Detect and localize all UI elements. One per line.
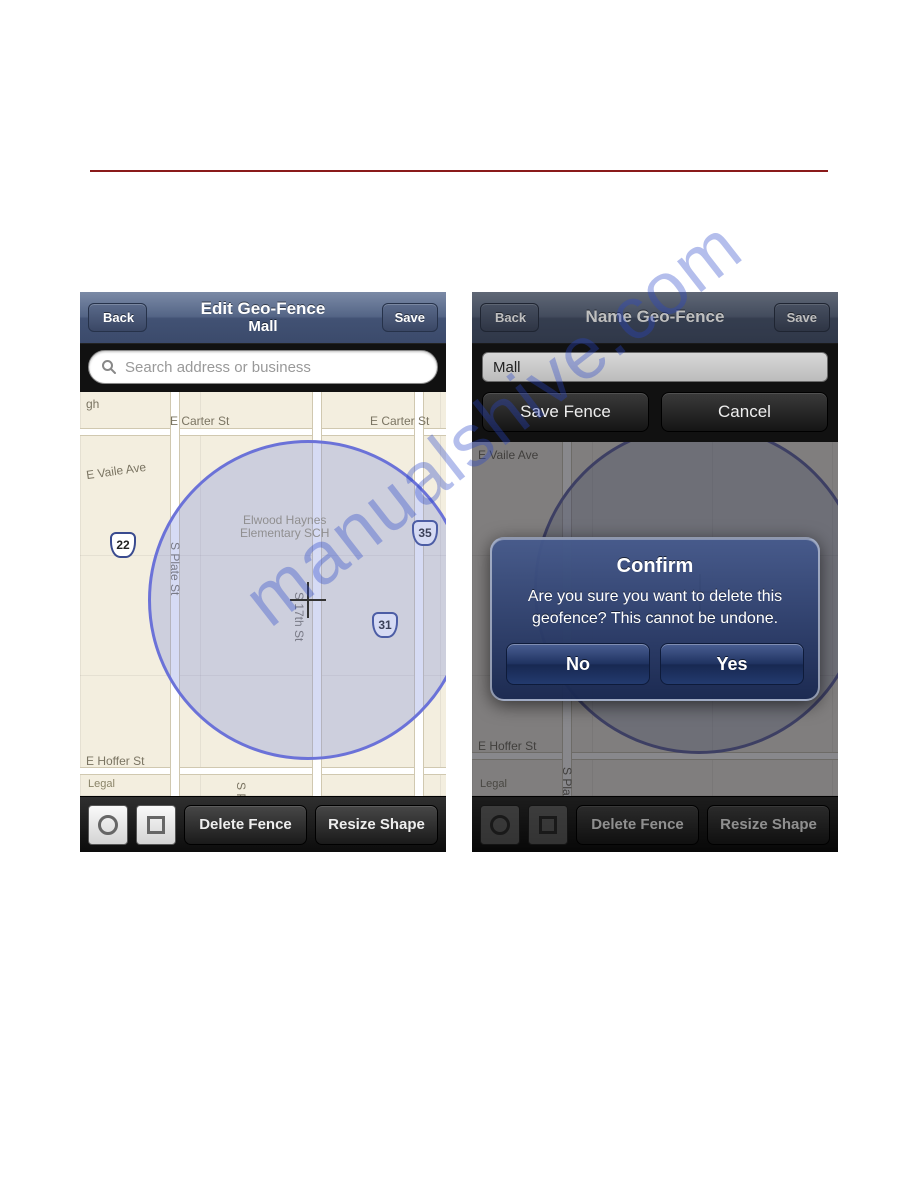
shape-square-button[interactable] — [136, 805, 176, 845]
save-button[interactable]: Save — [774, 303, 830, 332]
square-icon — [147, 816, 165, 834]
square-icon — [539, 816, 557, 834]
confirm-dialog: Confirm Are you sure you want to delete … — [490, 537, 820, 701]
navbar: Back Name Geo-Fence Save — [472, 292, 838, 344]
map-label-s-plate-2: S Plat — [234, 782, 248, 796]
nav-title-line1: Edit Geo-Fence — [201, 299, 326, 318]
resize-shape-button: Resize Shape — [707, 805, 830, 845]
map-area[interactable]: gh E Carter St E Carter St E Vaile Ave E… — [80, 392, 446, 796]
back-button[interactable]: Back — [480, 303, 539, 332]
search-input[interactable]: Search address or business — [88, 350, 438, 384]
map-label-e-carter-1: E Carter St — [170, 414, 229, 428]
resize-shape-button[interactable]: Resize Shape — [315, 805, 438, 845]
crosshair-icon[interactable] — [286, 578, 330, 622]
map-label-e-carter-2: E Carter St — [370, 414, 429, 428]
bottom-toolbar: Delete Fence Resize Shape — [472, 796, 838, 852]
name-panel: Save Fence Cancel — [472, 344, 838, 442]
save-fence-button[interactable]: Save Fence — [482, 392, 649, 432]
shape-square-button — [528, 805, 568, 845]
dialog-yes-button[interactable]: Yes — [660, 643, 804, 685]
phone-name-geofence: Back Name Geo-Fence Save Save Fence Canc… — [472, 292, 838, 852]
nav-title-text: Name Geo-Fence — [586, 307, 725, 326]
delete-fence-button: Delete Fence — [576, 805, 699, 845]
fence-name-input[interactable] — [482, 352, 828, 382]
navbar: Back Edit Geo-Fence Mall Save — [80, 292, 446, 344]
back-button[interactable]: Back — [88, 303, 147, 332]
shape-circle-button[interactable] — [88, 805, 128, 845]
circle-icon — [490, 815, 510, 835]
map-legal-link[interactable]: Legal — [88, 778, 115, 790]
dialog-no-button[interactable]: No — [506, 643, 650, 685]
page-divider — [90, 170, 828, 172]
map-label-e-hoffer: E Hoffer St — [86, 754, 144, 768]
modal-overlay: Confirm Are you sure you want to delete … — [472, 442, 838, 796]
cancel-button[interactable]: Cancel — [661, 392, 828, 432]
phone-edit-geofence: Back Edit Geo-Fence Mall Save Search add… — [80, 292, 446, 852]
map-area: E Vaile Ave E Hoffer St S Plate Legal Co… — [472, 442, 838, 796]
map-label: gh — [86, 397, 99, 411]
circle-icon — [98, 815, 118, 835]
save-button[interactable]: Save — [382, 303, 438, 332]
highway-shield-22: 22 — [110, 532, 136, 558]
shape-circle-button — [480, 805, 520, 845]
dialog-message: Are you sure you want to delete this geo… — [506, 586, 804, 629]
delete-fence-button[interactable]: Delete Fence — [184, 805, 307, 845]
search-placeholder: Search address or business — [125, 359, 311, 376]
map-label-e-vaile: E Vaile Ave — [85, 460, 147, 482]
bottom-toolbar: Delete Fence Resize Shape — [80, 796, 446, 852]
search-bar: Search address or business — [80, 344, 446, 392]
dialog-title: Confirm — [506, 555, 804, 578]
search-icon — [101, 359, 117, 375]
